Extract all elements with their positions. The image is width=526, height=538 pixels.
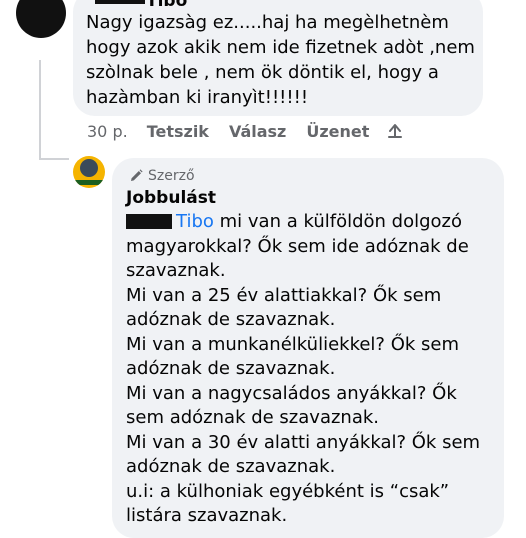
redacted-name	[126, 214, 172, 229]
reply-line: Mi van a 25 év alattiakkal? Ők sem adózn…	[126, 284, 442, 331]
reply-text: Tibo mi van a külföldön dolgozó magyarok…	[126, 210, 498, 529]
avatar[interactable]	[73, 156, 105, 188]
reply-button[interactable]: Válasz	[229, 122, 286, 141]
comment-text: Nagy igazsàg ez.....haj ha megèlhetnèm h…	[86, 12, 475, 108]
reply-author[interactable]: Jobbulást	[126, 188, 216, 208]
avatar[interactable]	[16, 0, 66, 38]
thread-connector	[39, 158, 69, 160]
reply-line: Mi van a 30 év alatti anyákkal? Ők sem a…	[126, 431, 481, 478]
share-arrow-icon[interactable]	[385, 121, 405, 141]
message-button[interactable]: Üzenet	[306, 122, 369, 141]
reply-line: Mi van a nagycsaládos anyákkal? Ők sem a…	[126, 382, 457, 429]
mention-link[interactable]: Tibo	[176, 211, 214, 232]
reply-line: Tibo mi van a külföldön dolgozó magyarok…	[126, 210, 498, 284]
comment-actions: 30 p. Tetszik Válasz Üzenet	[87, 121, 405, 141]
pencil-icon	[131, 169, 143, 181]
reply-line: u.i: a külhoniak egyébként is “csak” lis…	[126, 480, 450, 527]
like-button[interactable]: Tetszik	[147, 122, 209, 141]
author-badge-label: Szerző	[148, 168, 195, 184]
thread-line	[39, 60, 41, 160]
comment-time[interactable]: 30 p.	[87, 122, 128, 141]
reply-line: Mi van a munkanélküliekkel? Ők sem adózn…	[126, 333, 459, 380]
redacted-name	[95, 0, 145, 4]
author-badge: Szerző	[128, 168, 195, 184]
